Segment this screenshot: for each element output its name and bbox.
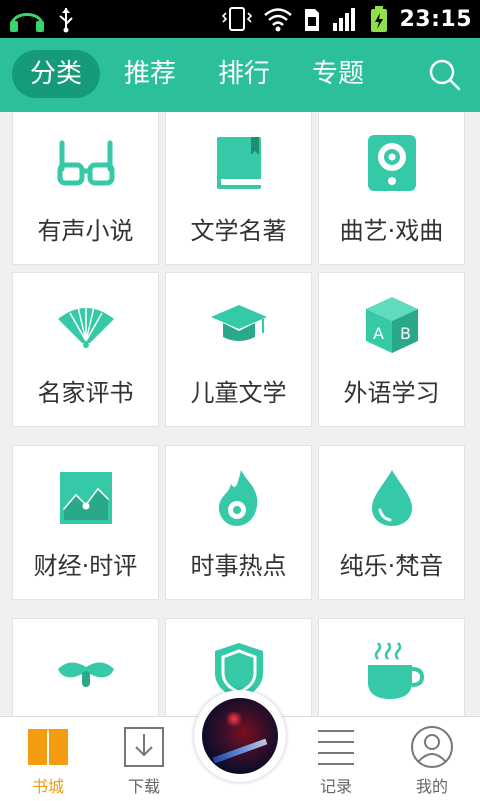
- book-icon: [216, 137, 261, 189]
- letter-cube-icon: A B: [365, 297, 418, 353]
- category-item-10[interactable]: [12, 618, 159, 716]
- droplet-icon: [371, 470, 412, 526]
- wifi-icon: [264, 8, 293, 32]
- category-label: 文学名著: [190, 217, 287, 245]
- category-audio-novels[interactable]: 有声小说: [12, 112, 159, 265]
- search-icon[interactable]: [428, 58, 462, 92]
- graduation-cap-icon: [210, 305, 267, 341]
- coffee-cup-icon: [367, 642, 424, 699]
- category-literature-classics[interactable]: 文学名著: [165, 112, 312, 265]
- nav-mine[interactable]: 我的: [384, 717, 480, 801]
- nav-history[interactable]: 记录: [288, 717, 384, 801]
- category-storytelling[interactable]: 名家评书: [12, 272, 159, 427]
- speaker-icon: [367, 135, 416, 191]
- nav-label: 书城: [31, 777, 64, 796]
- tab-topics[interactable]: 专题: [294, 50, 382, 98]
- category-label: 财经·时评: [33, 552, 138, 580]
- nav-download[interactable]: 下载: [96, 717, 192, 801]
- category-language-learning[interactable]: A B 外语学习: [318, 272, 465, 427]
- flame-icon: [218, 470, 257, 526]
- fan-icon: [57, 305, 114, 348]
- tab-category[interactable]: 分类: [12, 50, 101, 98]
- bookstore-icon: [28, 729, 68, 767]
- usb-icon: [59, 8, 73, 33]
- tab-ranking[interactable]: 排行: [200, 50, 288, 98]
- headset-icon: [10, 13, 44, 32]
- category-label: 儿童文学: [190, 379, 287, 407]
- category-label: 时事热点: [190, 552, 287, 580]
- category-current-affairs[interactable]: 时事热点: [165, 445, 312, 600]
- category-label: 曲艺·戏曲: [339, 217, 444, 245]
- category-children-literature[interactable]: 儿童文学: [165, 272, 312, 427]
- vibrate-icon: [222, 7, 253, 31]
- nav-label: 记录: [319, 777, 352, 796]
- battery-charging-icon: [371, 6, 388, 32]
- category-label: 有声小说: [37, 217, 134, 245]
- sim-icon: [305, 9, 320, 31]
- glasses-icon: [57, 140, 114, 186]
- nav-bookstore[interactable]: 书城: [0, 717, 96, 801]
- svg-text:B: B: [400, 324, 411, 343]
- category-pure-music[interactable]: 纯乐·梵音: [318, 445, 465, 600]
- svg-text:A: A: [373, 324, 384, 343]
- tab-recommend[interactable]: 推荐: [106, 50, 194, 98]
- list-icon: [318, 730, 354, 765]
- nav-label: 我的: [415, 777, 448, 796]
- category-label: 外语学习: [343, 379, 440, 407]
- status-time: 23:15: [399, 6, 472, 32]
- top-bar: 分类 推荐 排行 专题: [0, 38, 480, 112]
- tab-bar: 分类 推荐 排行 专题: [12, 48, 388, 100]
- status-bar: 23:15: [0, 0, 480, 38]
- download-icon: [124, 727, 164, 767]
- line-chart-icon: [59, 472, 112, 524]
- category-label: 纯乐·梵音: [339, 552, 444, 580]
- category-label: 名家评书: [37, 379, 134, 407]
- now-playing-button[interactable]: [194, 690, 286, 782]
- now-playing-disc: [202, 698, 278, 774]
- category-finance[interactable]: 财经·时评: [12, 445, 159, 600]
- profile-icon: [411, 726, 453, 768]
- category-grid: 有声小说 文学名著 曲艺·戏曲 名家评书 儿童文学 A B 外语学习 财经·时评…: [12, 112, 468, 716]
- signal-icon: [333, 8, 356, 31]
- nav-label: 下载: [127, 777, 160, 796]
- mustache-icon: [57, 662, 114, 687]
- category-item-12[interactable]: [318, 618, 465, 716]
- category-opera[interactable]: 曲艺·戏曲: [318, 112, 465, 265]
